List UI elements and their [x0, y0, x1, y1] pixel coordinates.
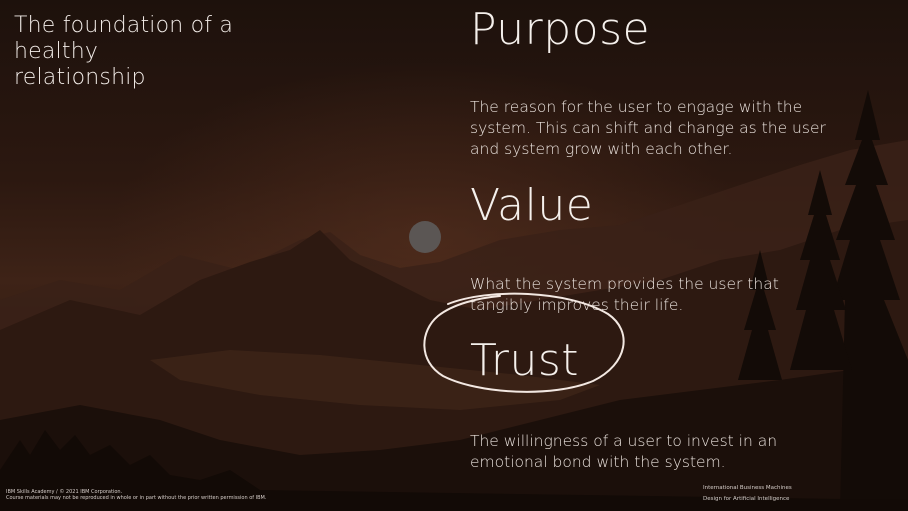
copyright-footer: IBM Skills Academy / © 2021 IBM Corporat…	[6, 489, 267, 501]
sun-icon	[409, 221, 441, 253]
course-name: Design for Artificial Intelligence	[703, 496, 790, 502]
purpose-description: The reason for the user to engage with t…	[470, 98, 826, 158]
reproduction-notice: Course materials may not be reproduced i…	[6, 495, 267, 501]
course-footer: International Business Machines Design f…	[703, 483, 853, 505]
company-name: International Business Machines	[703, 485, 792, 491]
purpose-heading: Purpose	[470, 4, 651, 55]
slide-title: The foundation of a healthy relationship	[14, 13, 234, 90]
trust-description: The willingness of a user to invest in a…	[470, 432, 778, 471]
value-heading: Value	[470, 180, 594, 231]
trust-annotation-circle	[423, 292, 625, 393]
